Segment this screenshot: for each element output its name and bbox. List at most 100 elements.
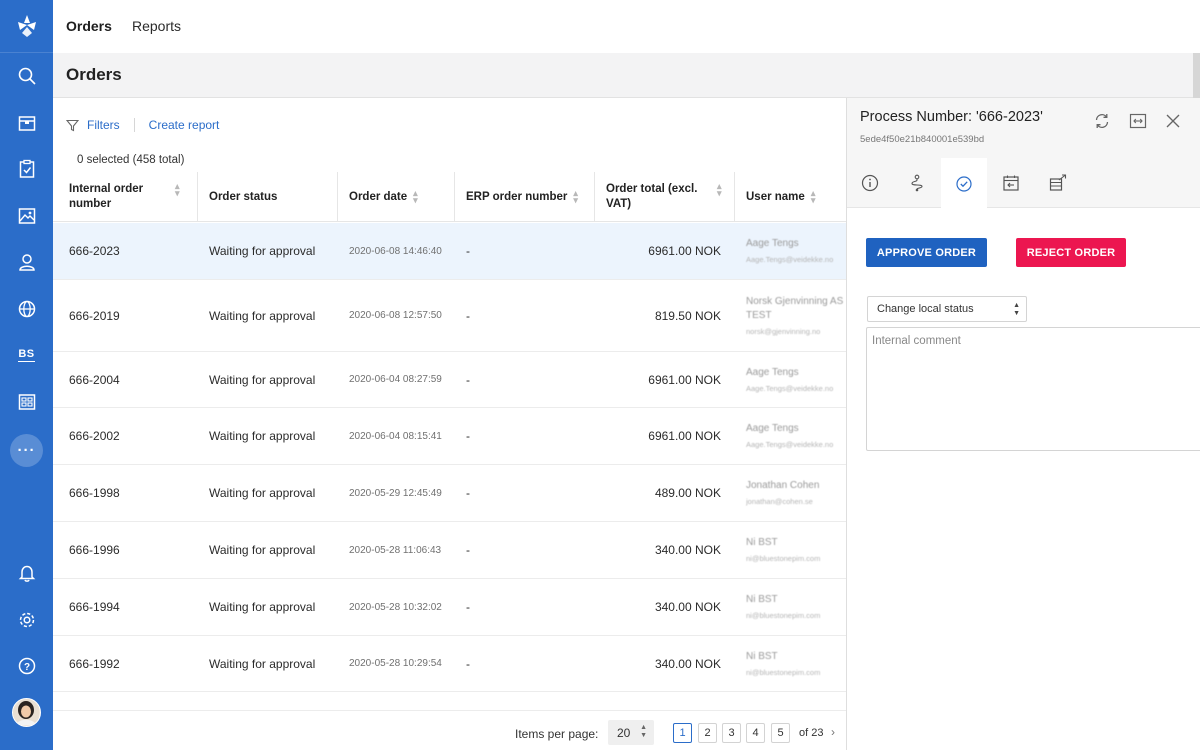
erp-number-cell: - xyxy=(466,543,470,557)
chevron-updown-icon: ▲ ▼ xyxy=(1013,302,1020,317)
tab-orders[interactable]: Orders xyxy=(66,18,112,34)
order-number-cell: 666-1994 xyxy=(69,600,120,614)
table-row[interactable]: 666-1996 Waiting for approval 2020-05-28… xyxy=(53,522,846,579)
column-header-order-total[interactable]: Order total (excl. VAT) ▴ ▾ xyxy=(594,172,734,222)
approve-order-button[interactable]: APPROVE ORDER xyxy=(866,238,987,267)
order-number-cell: 666-1998 xyxy=(69,486,120,500)
app-logo[interactable] xyxy=(0,0,53,53)
sort-icon[interactable]: ▴ ▾ xyxy=(413,189,418,205)
page-button-5[interactable]: 5 xyxy=(771,723,790,743)
sidebar-item-notifications[interactable] xyxy=(0,553,53,593)
items-per-page-select[interactable]: 20 ▲ ▼ xyxy=(608,720,654,745)
filters-button[interactable]: Filters xyxy=(87,118,120,132)
panel-title: Process Number: '666-2023' xyxy=(860,109,1043,125)
order-total-cell: 6961.00 NOK xyxy=(648,429,721,443)
erp-number-cell: - xyxy=(466,656,470,671)
erp-number-cell: - xyxy=(466,244,470,258)
layout-icon xyxy=(18,394,35,410)
order-status-cell: Waiting for approval xyxy=(209,244,316,258)
sidebar-item-users[interactable] xyxy=(0,242,53,282)
sidebar: BS ··· ? xyxy=(0,0,53,750)
panel-header: Process Number: '666-2023' 5ede4f50e21b8… xyxy=(847,98,1200,158)
user-name-cell: Ni BST ni@bluestonepim.com xyxy=(746,537,821,563)
sort-icon[interactable]: ▴ ▾ xyxy=(573,189,578,205)
column-header-internal-order-number[interactable]: Internal order number ▴ ▾ xyxy=(69,172,189,222)
filter-icon[interactable] xyxy=(66,119,79,132)
tab-approval[interactable] xyxy=(941,158,987,209)
page-button-3[interactable]: 3 xyxy=(722,723,741,743)
order-status-cell: Waiting for approval xyxy=(209,600,316,614)
table-row[interactable]: 666-2023 Waiting for approval 2020-06-08… xyxy=(53,223,846,280)
order-number-cell: 666-2019 xyxy=(69,308,120,323)
sort-icon[interactable]: ▴ ▾ xyxy=(811,189,816,205)
user-name-cell: Jonathan Cohen jonathan@cohen.se xyxy=(746,480,820,506)
page-title: Orders xyxy=(66,65,122,84)
sidebar-item-products[interactable] xyxy=(0,103,53,143)
order-total-cell: 489.00 NOK xyxy=(654,486,721,500)
more-icon[interactable]: ··· xyxy=(10,434,43,467)
toolbar-divider xyxy=(133,118,135,132)
sort-icon[interactable]: ▴ ▾ xyxy=(175,182,180,198)
column-header-user-name[interactable]: User name ▴ ▾ xyxy=(734,172,846,222)
column-header-erp-order-number[interactable]: ERP order number ▴ ▾ xyxy=(454,172,594,222)
column-header-order-status[interactable]: Order status xyxy=(197,172,337,222)
next-page-icon[interactable]: › xyxy=(831,725,835,739)
user-name-cell: Aage Tengs Aage.Tengs@veidekke.no xyxy=(746,423,834,449)
column-header-order-date[interactable]: Order date ▴ ▾ xyxy=(337,172,454,222)
sidebar-item-help[interactable]: ? xyxy=(0,646,53,686)
sidebar-item-web[interactable] xyxy=(0,289,53,329)
tab-reports[interactable]: Reports xyxy=(132,18,181,34)
export-icon xyxy=(1049,174,1067,191)
internal-comment-field[interactable]: Internal comment xyxy=(866,327,1200,451)
sidebar-item-search[interactable] xyxy=(0,56,53,96)
avatar[interactable] xyxy=(12,698,41,727)
order-date-cell: 2020-06-04 08:15:41 xyxy=(349,430,442,442)
page-button-2[interactable]: 2 xyxy=(698,723,717,743)
sidebar-item-settings[interactable] xyxy=(0,600,53,640)
table-row[interactable]: 666-1992 Waiting for approval 2020-05-28… xyxy=(53,636,846,692)
tab-export[interactable] xyxy=(1035,158,1081,208)
tab-returns[interactable] xyxy=(988,158,1034,208)
create-report-button[interactable]: Create report xyxy=(149,118,220,132)
table-row[interactable]: 666-1994 Waiting for approval 2020-05-28… xyxy=(53,579,846,636)
order-number-cell: 666-2004 xyxy=(69,372,120,387)
list-toolbar: Filters Create report xyxy=(66,118,219,132)
erp-number-cell: - xyxy=(466,308,470,323)
order-total-cell: 819.50 NOK xyxy=(654,308,721,323)
reject-order-button[interactable]: REJECT ORDER xyxy=(1016,238,1126,267)
selection-count: 0 selected (458 total) xyxy=(77,154,185,166)
svg-text:?: ? xyxy=(23,662,29,673)
gear-icon xyxy=(19,612,34,628)
table-row[interactable]: 666-2019 Waiting for approval 2020-06-08… xyxy=(53,280,846,352)
globe-icon xyxy=(18,300,35,318)
expand-icon[interactable] xyxy=(1128,111,1148,131)
sidebar-item-layout[interactable] xyxy=(0,382,53,422)
order-status-cell: Waiting for approval xyxy=(209,429,316,443)
page-scrollbar[interactable] xyxy=(1193,53,1200,98)
user-name-cell: Aage Tengs Aage.Tengs@veidekke.no xyxy=(746,366,834,393)
order-number-cell: 666-2023 xyxy=(69,244,120,258)
table-row[interactable]: 666-1998 Waiting for approval 2020-05-29… xyxy=(53,465,846,522)
page-button-4[interactable]: 4 xyxy=(746,723,765,743)
table-row[interactable]: 666-2004 Waiting for approval 2020-06-04… xyxy=(53,352,846,408)
tab-info[interactable] xyxy=(847,158,893,208)
calendar-return-icon xyxy=(1003,175,1019,191)
order-date-cell: 2020-06-08 12:57:50 xyxy=(349,310,442,321)
sidebar-item-media[interactable] xyxy=(0,196,53,236)
order-date-cell: 2020-05-28 10:29:54 xyxy=(349,658,442,669)
clipboard-check-icon xyxy=(19,159,34,178)
sidebar-item-orders[interactable] xyxy=(0,149,53,189)
info-icon xyxy=(861,174,879,192)
table-row[interactable]: 666-2002 Waiting for approval 2020-06-04… xyxy=(53,408,846,465)
order-status-cell: Waiting for approval xyxy=(209,543,316,557)
page-button-1[interactable]: 1 xyxy=(673,723,692,743)
close-icon[interactable] xyxy=(1163,111,1183,131)
refresh-icon[interactable] xyxy=(1092,111,1112,131)
sort-icon[interactable]: ▴ ▾ xyxy=(717,182,722,198)
local-status-select[interactable]: Change local status ▲ ▼ xyxy=(867,296,1027,322)
order-total-cell: 6961.00 NOK xyxy=(648,372,721,387)
order-date-cell: 2020-05-28 11:06:43 xyxy=(349,544,442,556)
tab-route[interactable] xyxy=(894,158,940,208)
panel-tabs xyxy=(847,158,1200,209)
sidebar-item-bs[interactable]: BS xyxy=(0,335,53,375)
